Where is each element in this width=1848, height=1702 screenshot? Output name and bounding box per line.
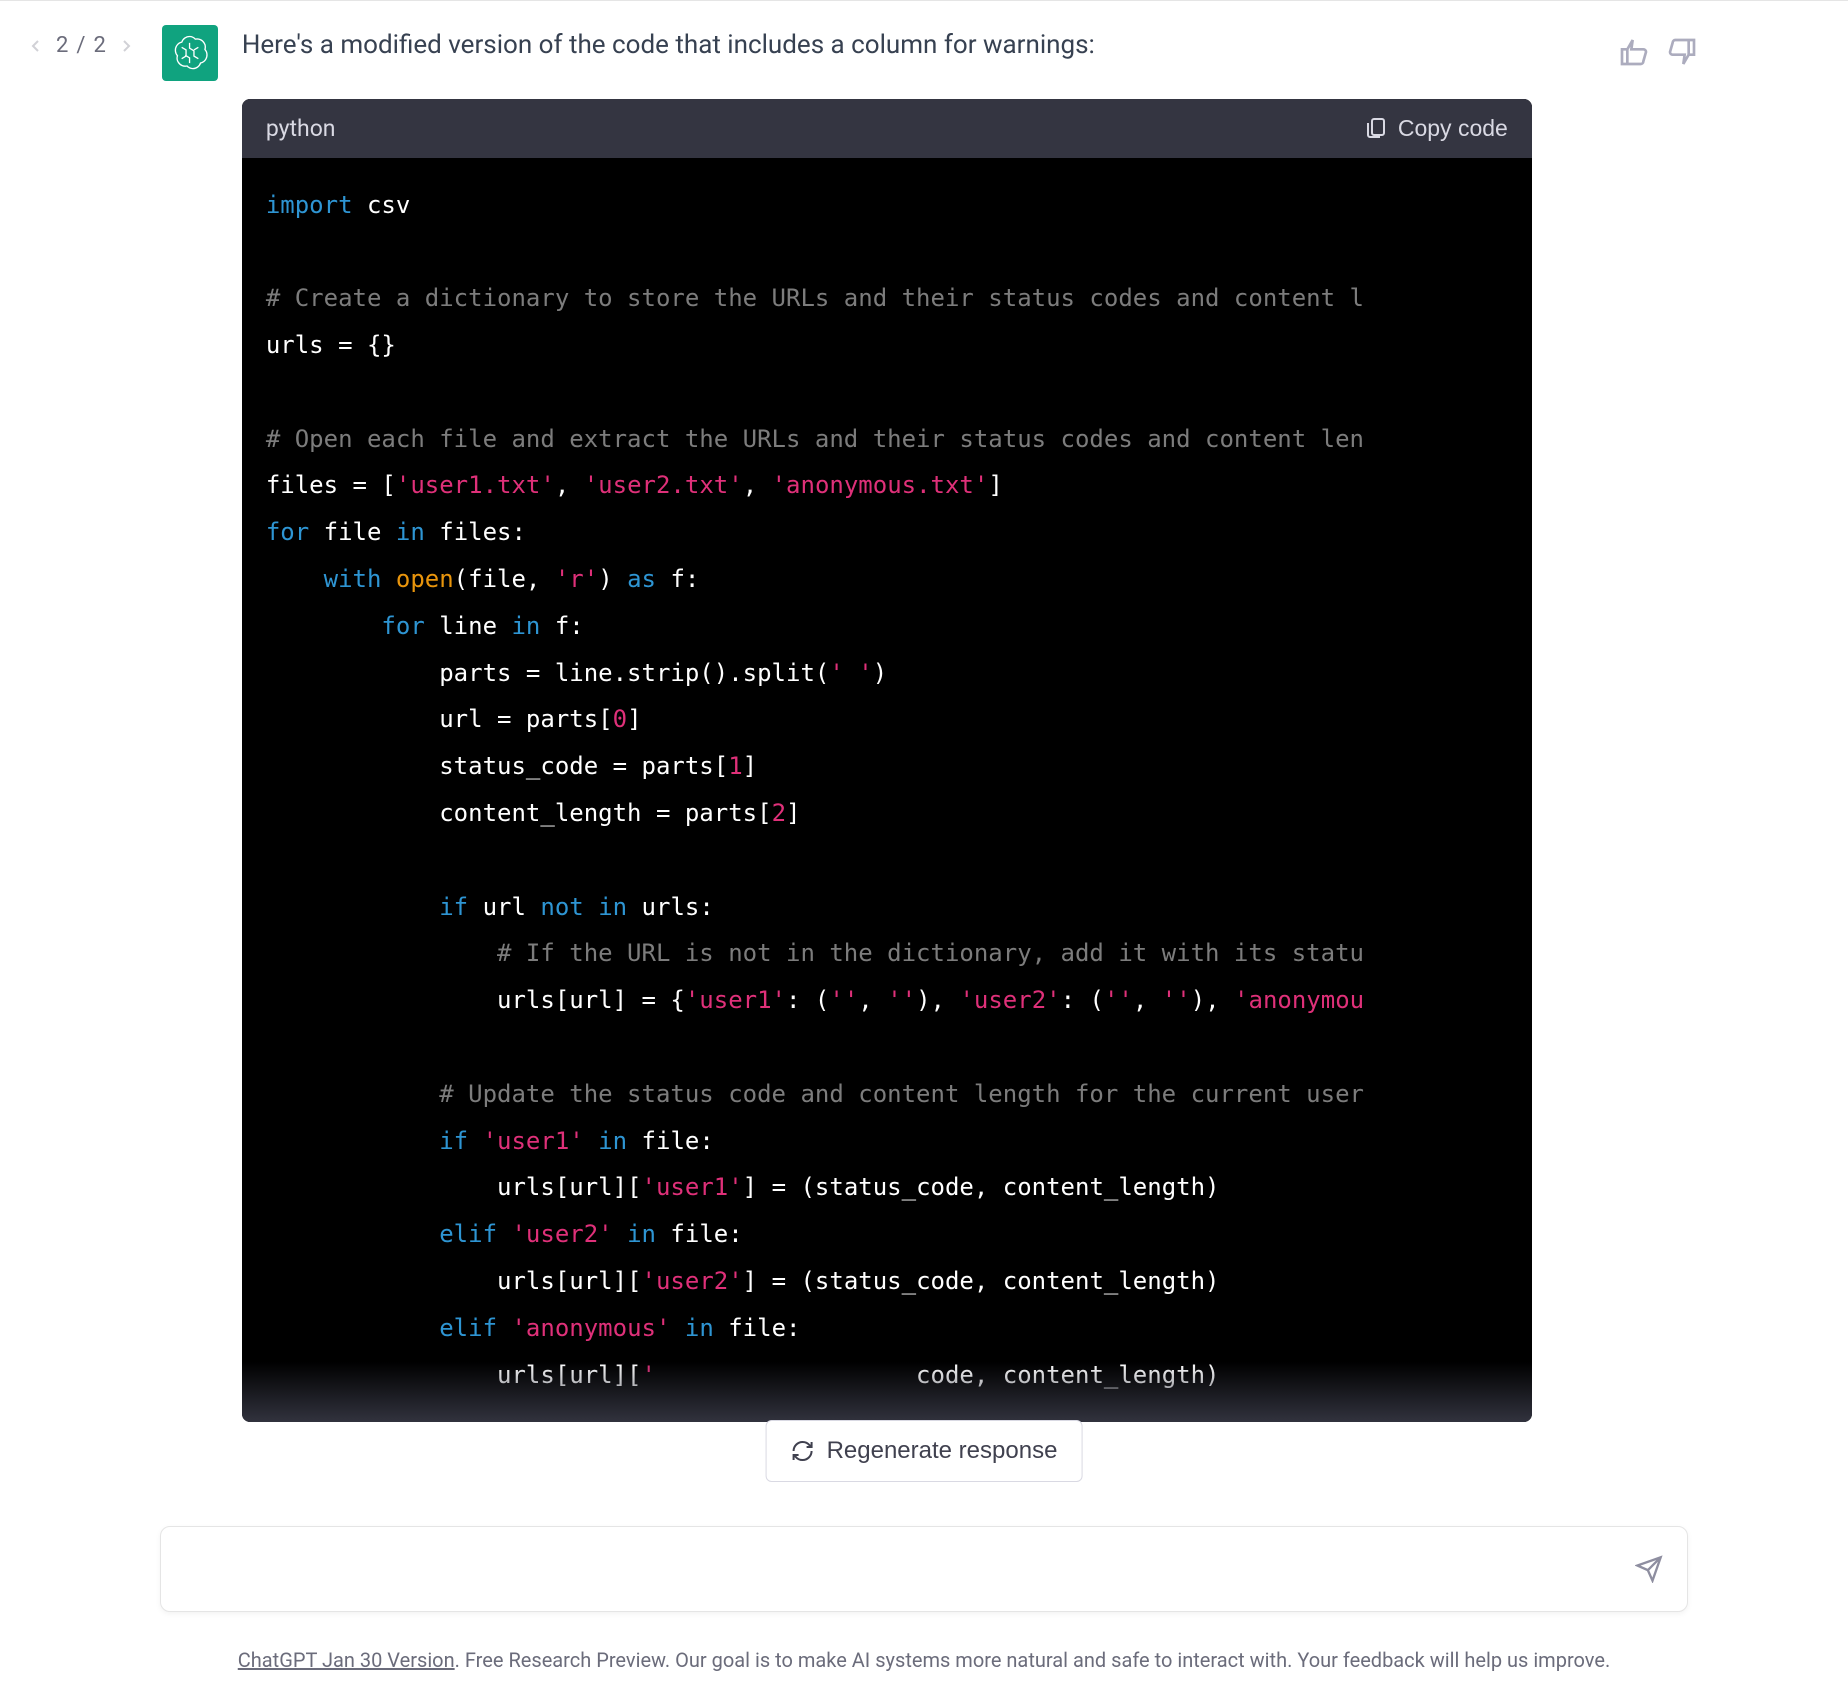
next-arrow-icon[interactable] <box>114 38 138 54</box>
clipboard-icon <box>1364 116 1388 140</box>
version-link[interactable]: ChatGPT Jan 30 Version <box>238 1648 455 1672</box>
assistant-avatar <box>162 25 218 81</box>
footer: ChatGPT Jan 30 Version. Free Research Pr… <box>0 1648 1848 1672</box>
code-language: python <box>266 115 336 142</box>
refresh-icon <box>791 1439 815 1463</box>
message-content: Here's a modified version of the code th… <box>242 25 1848 1422</box>
pagination-total: 2 <box>93 33 105 58</box>
copy-code-button[interactable]: Copy code <box>1364 115 1508 142</box>
regenerate-button[interactable]: Regenerate response <box>766 1420 1083 1482</box>
pagination: 2 / 2 <box>24 33 138 58</box>
pagination-separator: / <box>76 33 85 58</box>
copy-code-label: Copy code <box>1398 115 1508 142</box>
thumbs-down-button[interactable] <box>1666 36 1698 68</box>
message-text: Here's a modified version of the code th… <box>242 25 1698 67</box>
footer-text: . Free Research Preview. Our goal is to … <box>455 1648 1611 1672</box>
thumbs-up-button[interactable] <box>1618 36 1650 68</box>
regenerate-label: Regenerate response <box>827 1437 1058 1465</box>
pagination-current: 2 <box>56 33 68 58</box>
message-input[interactable] <box>185 1555 1635 1583</box>
code-block: python Copy code import csv # Create a d… <box>242 99 1532 1423</box>
prev-arrow-icon[interactable] <box>24 38 48 54</box>
code-header: python Copy code <box>242 99 1532 158</box>
send-button[interactable] <box>1635 1555 1663 1583</box>
send-icon <box>1635 1555 1663 1583</box>
message-row: 2 / 2 Here's a modified version of the c… <box>0 1 1848 1422</box>
feedback-buttons <box>1618 36 1698 68</box>
code-content[interactable]: import csv # Create a dictionary to stor… <box>242 158 1532 1423</box>
message-input-container <box>160 1526 1688 1612</box>
